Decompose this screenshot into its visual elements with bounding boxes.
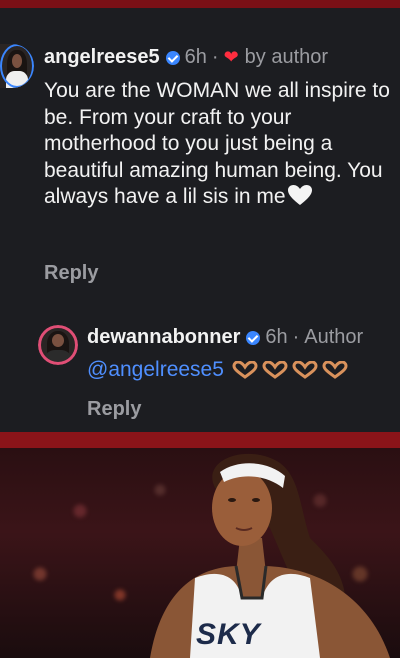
verified-badge-icon	[165, 50, 180, 65]
comment-1-body: You are the WOMAN we all inspire to be. …	[44, 78, 396, 211]
comment-1-reply-button[interactable]: Reply	[44, 262, 98, 285]
comment-2-reply-button[interactable]: Reply	[87, 398, 141, 421]
comment-2-username[interactable]: dewannabonner	[87, 326, 240, 349]
comment-2-body: @angelreese5	[87, 358, 348, 382]
separator: ·	[292, 326, 300, 348]
top-red-band	[0, 0, 400, 8]
comment-1-username[interactable]: angelreese5	[44, 46, 160, 69]
heart-hands-icon	[322, 361, 348, 379]
dewannabonner-avatar[interactable]	[38, 325, 78, 365]
angelreese5-avatar[interactable]	[0, 44, 34, 88]
comment-2-time: 6h	[265, 326, 288, 348]
mention-link[interactable]: @angelreese5	[87, 358, 224, 382]
heart-hands-icon	[232, 361, 258, 379]
comment-1-time: 6h	[184, 46, 207, 68]
heart-hands-emojis	[232, 361, 348, 379]
white-heart-icon	[287, 185, 312, 205]
comment-1-text: You are the WOMAN we all inspire to be. …	[44, 79, 390, 208]
comment-1-liked-by-author: by author	[244, 46, 329, 68]
comment-2-author-tag: Author	[304, 326, 364, 348]
comment-2-header: dewannabonner 6h · Author	[87, 326, 363, 349]
separator: ·	[211, 46, 219, 68]
mid-red-band	[0, 432, 400, 448]
jersey-text: SKY	[196, 618, 261, 651]
basketball-player-photo: SKY	[0, 448, 400, 658]
red-heart-icon: ❤	[223, 47, 239, 67]
verified-badge-icon	[246, 330, 261, 345]
heart-hands-icon	[262, 361, 288, 379]
comment-1-header: angelreese5 6h · ❤ by author	[44, 46, 328, 69]
heart-hands-icon	[292, 361, 318, 379]
